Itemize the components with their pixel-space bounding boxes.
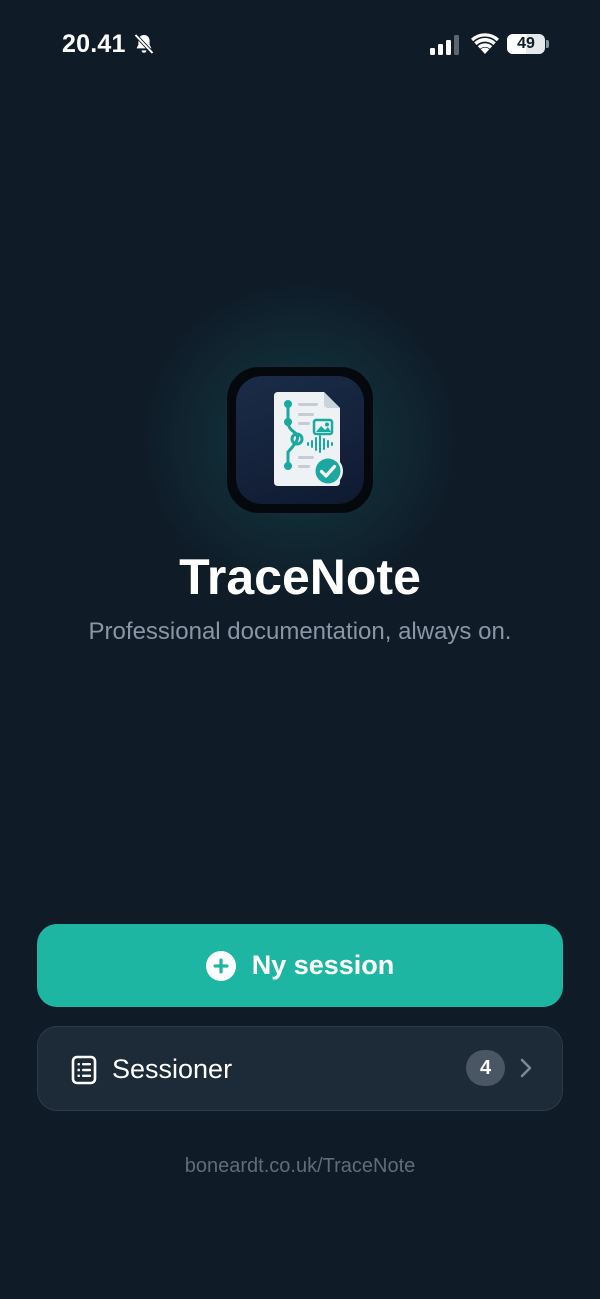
app-logo xyxy=(227,367,373,513)
wifi-icon xyxy=(471,33,499,54)
new-session-label: Ny session xyxy=(251,950,395,980)
plus-circle-icon xyxy=(205,950,236,981)
battery-level: 49 xyxy=(517,35,535,52)
bell-slash-icon xyxy=(134,33,154,55)
sessions-button[interactable]: Sessioner 4 xyxy=(37,1026,563,1111)
status-bar: 20.41 49 xyxy=(0,0,600,90)
app-title: TraceNote xyxy=(179,549,421,605)
chevron-right-icon xyxy=(520,1058,532,1078)
footer-link[interactable]: boneardt.co.uk/TraceNote xyxy=(0,1155,600,1178)
document-timeline-checkmark-icon xyxy=(274,392,343,486)
new-session-button[interactable]: Ny session xyxy=(37,924,563,1007)
battery-indicator: 49 xyxy=(507,34,549,54)
sessions-label: Sessioner xyxy=(112,1054,233,1084)
sessions-count-badge: 4 xyxy=(466,1050,505,1086)
cellular-signal-icon xyxy=(430,35,459,55)
list-document-icon xyxy=(71,1055,97,1085)
app-tagline: Professional documentation, always on. xyxy=(88,618,512,645)
status-time: 20.41 xyxy=(62,30,126,58)
